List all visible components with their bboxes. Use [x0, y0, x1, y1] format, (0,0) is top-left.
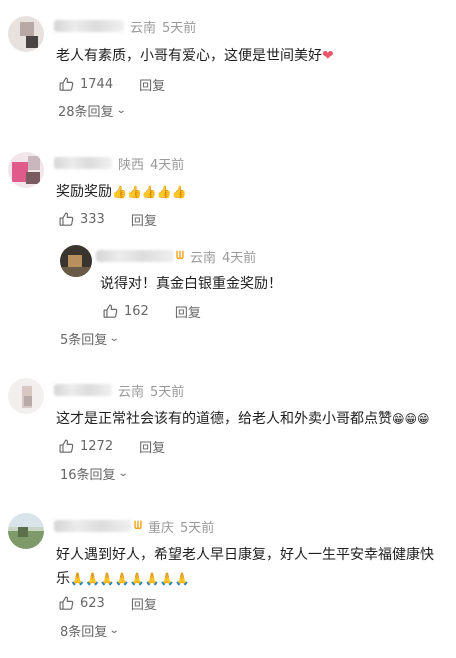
replies-count: 8条回复	[60, 625, 108, 640]
comment-text: 这才是正常社会该有的道德，给老人和外卖小哥都点赞😁😁😁	[56, 407, 452, 431]
thumbs-up-icon	[59, 212, 74, 226]
comment-actions: 1744 回复	[58, 73, 165, 95]
chevron-down-icon: ⌄	[109, 625, 120, 636]
like-count: 162	[124, 303, 149, 319]
region-label: 云南	[130, 20, 157, 36]
comment-actions: 623 回复	[58, 592, 157, 614]
comment-meta: 云南 5天前	[54, 17, 197, 36]
replies-count: 16条回复	[60, 468, 116, 483]
thumbs-up-icon	[59, 77, 74, 91]
reply-button[interactable]: 回复	[175, 302, 201, 321]
replies-count: 5条回复	[60, 333, 108, 348]
username-redacted[interactable]	[54, 157, 112, 169]
comment-text-line1: 好人遇到好人，希望老人早日康复，好人一生平安幸福健康快	[56, 547, 434, 563]
like-button[interactable]: 162	[102, 303, 149, 320]
comment-meta: 陕西 4天前	[54, 154, 185, 173]
thumbs-up-icon	[59, 439, 74, 453]
comment-meta: ᗯ 云南 4天前	[96, 247, 257, 266]
time-label: 4天前	[150, 157, 185, 173]
thumbs-up-icon	[103, 304, 118, 318]
thumbs-up-emoji: 👍👍👍👍👍	[112, 185, 187, 199]
like-button[interactable]: 623	[58, 595, 105, 612]
view-replies-link[interactable]: 28条回复 ⌄	[58, 101, 127, 120]
reply-button[interactable]: 回复	[131, 210, 157, 229]
view-replies-link[interactable]: 5条回复 ⌄	[60, 329, 120, 348]
region-label: 云南	[118, 384, 145, 400]
username-redacted[interactable]	[96, 250, 174, 262]
vip-badge-icon: ᗯ	[134, 519, 142, 532]
view-replies-link[interactable]: 16条回复 ⌄	[60, 464, 129, 483]
time-label: 4天前	[221, 250, 257, 266]
time-label: 5天前	[150, 384, 185, 400]
comment-text-body: 老人有素质，小哥有爱心，这便是世间美好	[56, 48, 322, 64]
like-count: 333	[80, 211, 105, 227]
comment-text-line2: 乐	[56, 571, 70, 587]
avatar[interactable]	[8, 16, 44, 52]
avatar[interactable]	[8, 513, 44, 549]
replies-count: 28条回复	[58, 105, 114, 120]
grin-emoji: 😁😁😁	[392, 412, 430, 426]
view-replies-link[interactable]: 8条回复 ⌄	[60, 621, 120, 640]
comment-text: 好人遇到好人，希望老人早日康复，好人一生平安幸福健康快 乐🙏🙏🙏🙏🙏🙏🙏🙏	[56, 543, 452, 591]
pray-emoji: 🙏🙏🙏🙏🙏🙏🙏🙏	[70, 572, 190, 586]
comment-actions: 333 回复	[58, 208, 157, 230]
like-count: 623	[80, 595, 105, 611]
comment-actions: 162 回复	[102, 300, 201, 322]
comment-text-body: 奖励奖励	[56, 184, 112, 200]
username-redacted[interactable]	[54, 384, 112, 396]
comment-text: 奖励奖励👍👍👍👍👍	[56, 180, 436, 204]
comment-text-body: 这才是正常社会该有的道德，给老人和外卖小哥都点赞	[56, 411, 392, 427]
avatar[interactable]	[8, 152, 44, 188]
avatar[interactable]	[60, 245, 92, 277]
reply-button[interactable]: 回复	[139, 437, 165, 456]
like-button[interactable]: 1744	[58, 76, 113, 93]
avatar[interactable]	[8, 378, 44, 414]
comment-text: 说得对！真金白银重金奖励！	[100, 276, 282, 292]
chevron-down-icon: ⌄	[117, 468, 129, 479]
time-label: 5天前	[162, 20, 197, 36]
like-count: 1744	[80, 76, 114, 92]
heart-emoji: ❤	[322, 48, 334, 64]
username-redacted[interactable]	[54, 520, 132, 532]
chevron-down-icon: ⌄	[115, 105, 127, 116]
reply-button[interactable]: 回复	[131, 594, 157, 613]
reply-button[interactable]: 回复	[139, 75, 165, 94]
comment-meta: 云南 5天前	[54, 381, 185, 400]
comment-text: 老人有素质，小哥有爱心，这便是世间美好❤	[56, 44, 436, 68]
like-button[interactable]: 333	[58, 211, 105, 228]
like-count: 1272	[80, 438, 114, 454]
chevron-down-icon: ⌄	[109, 333, 120, 344]
vip-badge-icon: ᗯ	[176, 249, 184, 262]
comment-meta: ᗯ 重庆 5天前	[54, 517, 215, 536]
region-label: 云南	[189, 250, 216, 266]
username-redacted[interactable]	[54, 20, 124, 32]
comment-actions: 1272 回复	[58, 435, 165, 457]
like-button[interactable]: 1272	[58, 438, 113, 455]
region-label: 重庆	[147, 520, 174, 536]
time-label: 5天前	[179, 520, 215, 536]
region-label: 陕西	[118, 157, 145, 173]
thumbs-up-icon	[59, 596, 74, 610]
